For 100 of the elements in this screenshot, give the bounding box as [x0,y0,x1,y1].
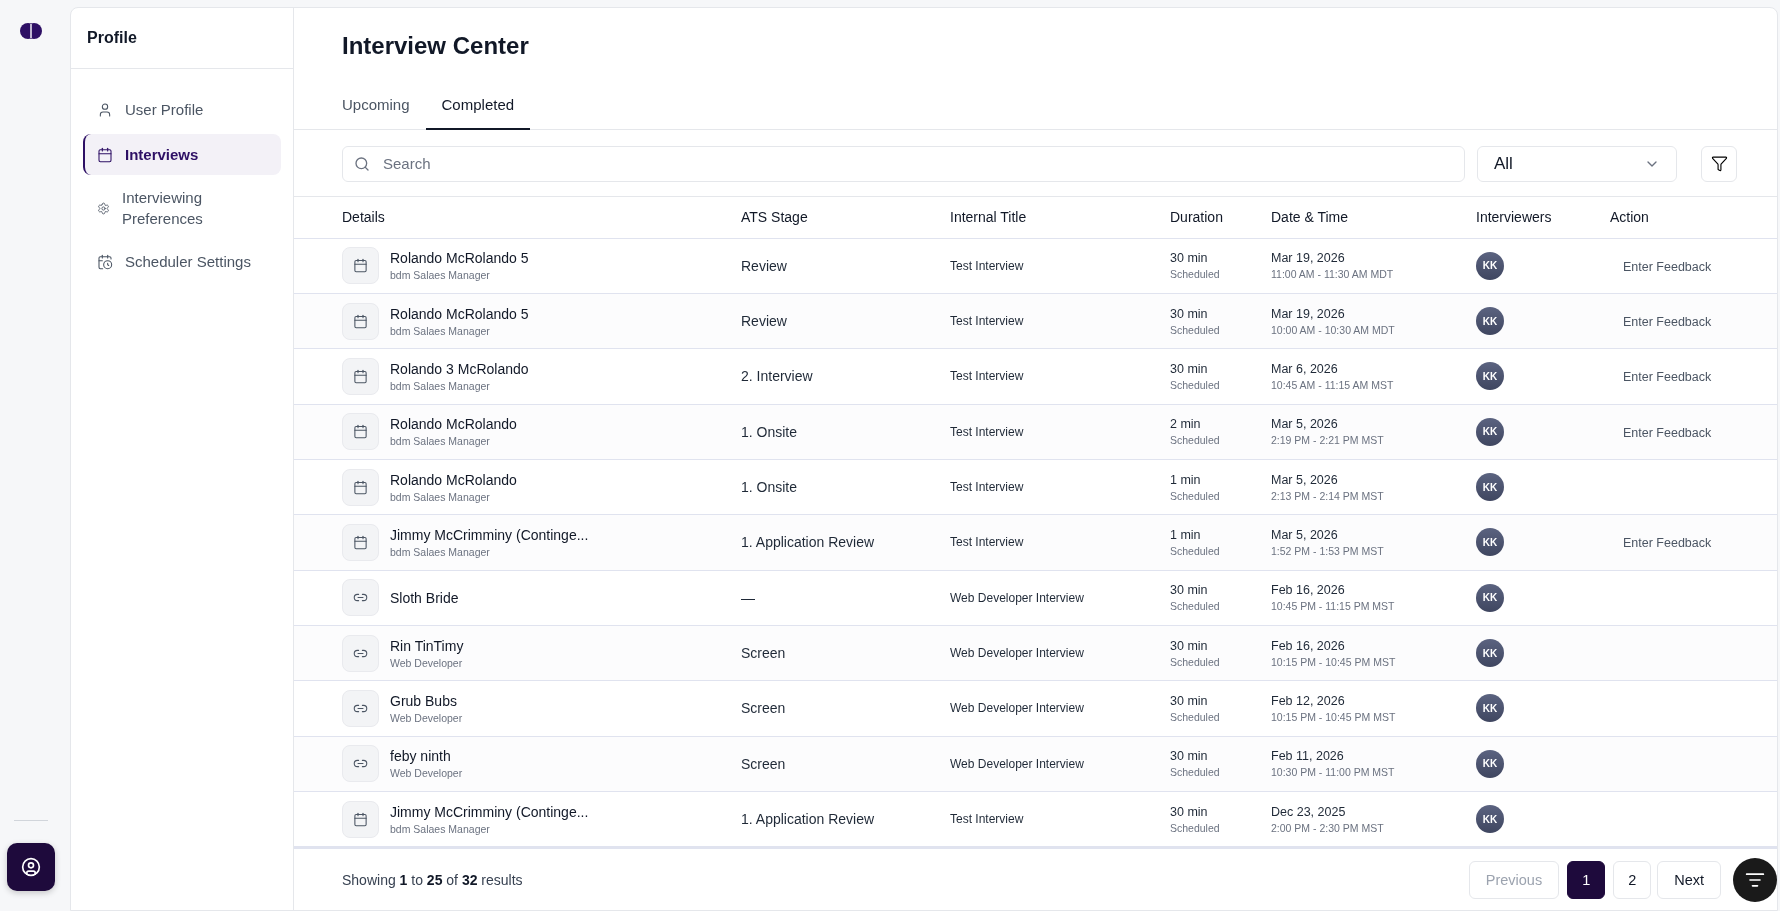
avatar: KK [1476,528,1504,557]
job-title: bdm Salaes Manager [390,545,491,558]
calendar-icon [342,357,379,395]
date-text: Feb 16, 2026 [1271,583,1346,598]
results-summary: Showing 1 to 25 of 32 results [342,871,523,888]
feedback-link[interactable]: Enter Feedback [1610,315,1712,330]
table-cell-text: Web Developer Interview [950,701,1085,716]
candidate-name: Sloth Bride [390,589,459,606]
duration-text: 1 min [1170,472,1202,487]
status-text: Scheduled [1170,323,1221,336]
table-cell-text: Web Developer Interview [950,756,1085,771]
column-header: Details [342,209,386,226]
candidate-name: Jimmy McCrimminy (Continge... [390,526,589,543]
calendar-icon [342,523,379,561]
date-text: Feb 16, 2026 [1271,638,1346,653]
duration-text: 30 min [1170,749,1209,764]
candidate-name: Grub Bubs [390,692,458,709]
date-text: Dec 23, 2025 [1271,804,1347,819]
table-cell-text: Screen [741,645,787,662]
duration-text: 30 min [1170,583,1209,598]
link-icon [342,689,379,727]
table-cell-text: Screen [741,700,787,717]
table-cell-text: Test Interview [950,480,1025,495]
link-icon [342,634,379,672]
job-title: Web Developer [390,656,464,669]
sidebar-item[interactable]: Interviewing Preferences [83,179,281,237]
feedback-link[interactable]: Enter Feedback [1610,259,1712,274]
duration-text: 30 min [1170,251,1209,266]
time-text: 10:45 AM - 11:15 AM MST [1271,378,1395,391]
calendar-icon [97,146,113,163]
filter-button[interactable] [1701,145,1737,182]
duration-text: 30 min [1170,693,1209,708]
account-button[interactable] [7,843,55,891]
feedback-link[interactable]: Enter Feedback [1610,425,1712,440]
sidebar-item[interactable]: Interviews [83,134,281,175]
duration-text: 30 min [1170,306,1209,321]
table-cell-text: Web Developer Interview [950,646,1085,661]
status-text: Scheduled [1170,766,1221,779]
time-text: 10:15 PM - 10:45 PM MST [1271,655,1397,668]
search-field[interactable]: Search [342,145,1465,182]
sidebar-item[interactable]: User Profile [83,89,281,130]
status-text: Scheduled [1170,434,1221,447]
job-title: bdm Salaes Manager [390,435,491,448]
calendar-icon [342,800,379,838]
pagination-button[interactable]: Next [1657,860,1721,899]
avatar: KK [1476,473,1504,502]
filter-dropdown[interactable]: All [1477,145,1677,182]
duration-text: 30 min [1170,804,1209,819]
feedback-link[interactable]: Enter Feedback [1610,536,1712,551]
calendar-clock-icon [97,253,113,270]
status-text: Scheduled [1170,544,1221,557]
job-title: bdm Salaes Manager [390,269,491,282]
table-cell-text: Web Developer Interview [950,590,1085,605]
avatar: KK [1476,749,1504,778]
candidate-name: Jimmy McCrimminy (Continge... [390,803,589,820]
time-text: 10:30 PM - 11:00 PM MST [1271,766,1396,779]
avatar: KK [1476,583,1504,612]
funnel-icon [1710,155,1728,173]
avatar: KK [1476,307,1504,336]
logo-icon [20,22,42,40]
duration-text: 2 min [1170,417,1202,432]
candidate-name: Rolando 3 McRolando [390,360,529,377]
table-cell-text: Review [741,313,788,330]
date-text: Mar 19, 2026 [1271,251,1346,266]
calendar-icon [342,413,379,451]
sidebar-title: Profile [71,8,293,69]
table-cell-text: Test Interview [950,535,1025,550]
column-header: Date & Time [1271,209,1350,226]
avatar: KK [1476,805,1504,834]
job-title: Web Developer [390,711,463,724]
tab[interactable]: Upcoming [326,83,426,130]
candidate-name: Rolando McRolando 5 [390,250,529,267]
job-title: bdm Salaes Manager [390,490,491,503]
column-header: Internal Title [950,209,1028,226]
column-header: Action [1610,209,1650,226]
date-text: Feb 11, 2026 [1271,749,1345,764]
date-text: Mar 19, 2026 [1271,306,1346,321]
table-cell-text: Screen [741,755,787,772]
date-text: Mar 5, 2026 [1271,527,1339,542]
page-button[interactable]: 2 [1613,860,1652,899]
table-cell-text: 2. Interview [741,368,814,385]
job-title: bdm Salaes Manager [390,379,491,392]
date-text: Mar 6, 2026 [1271,361,1339,376]
table-cell-text: 1. Application Review [741,811,876,828]
table-cell-text: Test Interview [950,812,1025,827]
table-cell-text: Test Interview [950,314,1025,329]
duration-text: 30 min [1170,361,1209,376]
job-title: bdm Salaes Manager [390,324,491,337]
sidebar-item[interactable]: Scheduler Settings [83,241,281,282]
link-icon [342,579,379,617]
status-text: Scheduled [1170,655,1221,668]
status-text: Scheduled [1170,821,1221,834]
list-settings-button[interactable] [1733,858,1777,902]
calendar-icon [342,247,379,285]
table-cell-text: 1. Onsite [741,479,799,496]
page-button[interactable]: 1 [1567,860,1606,899]
table-cell-text: Test Interview [950,424,1025,439]
feedback-link[interactable]: Enter Feedback [1610,370,1712,385]
table-cell-text: 1. Application Review [741,534,876,551]
tab[interactable]: Completed [425,83,531,130]
